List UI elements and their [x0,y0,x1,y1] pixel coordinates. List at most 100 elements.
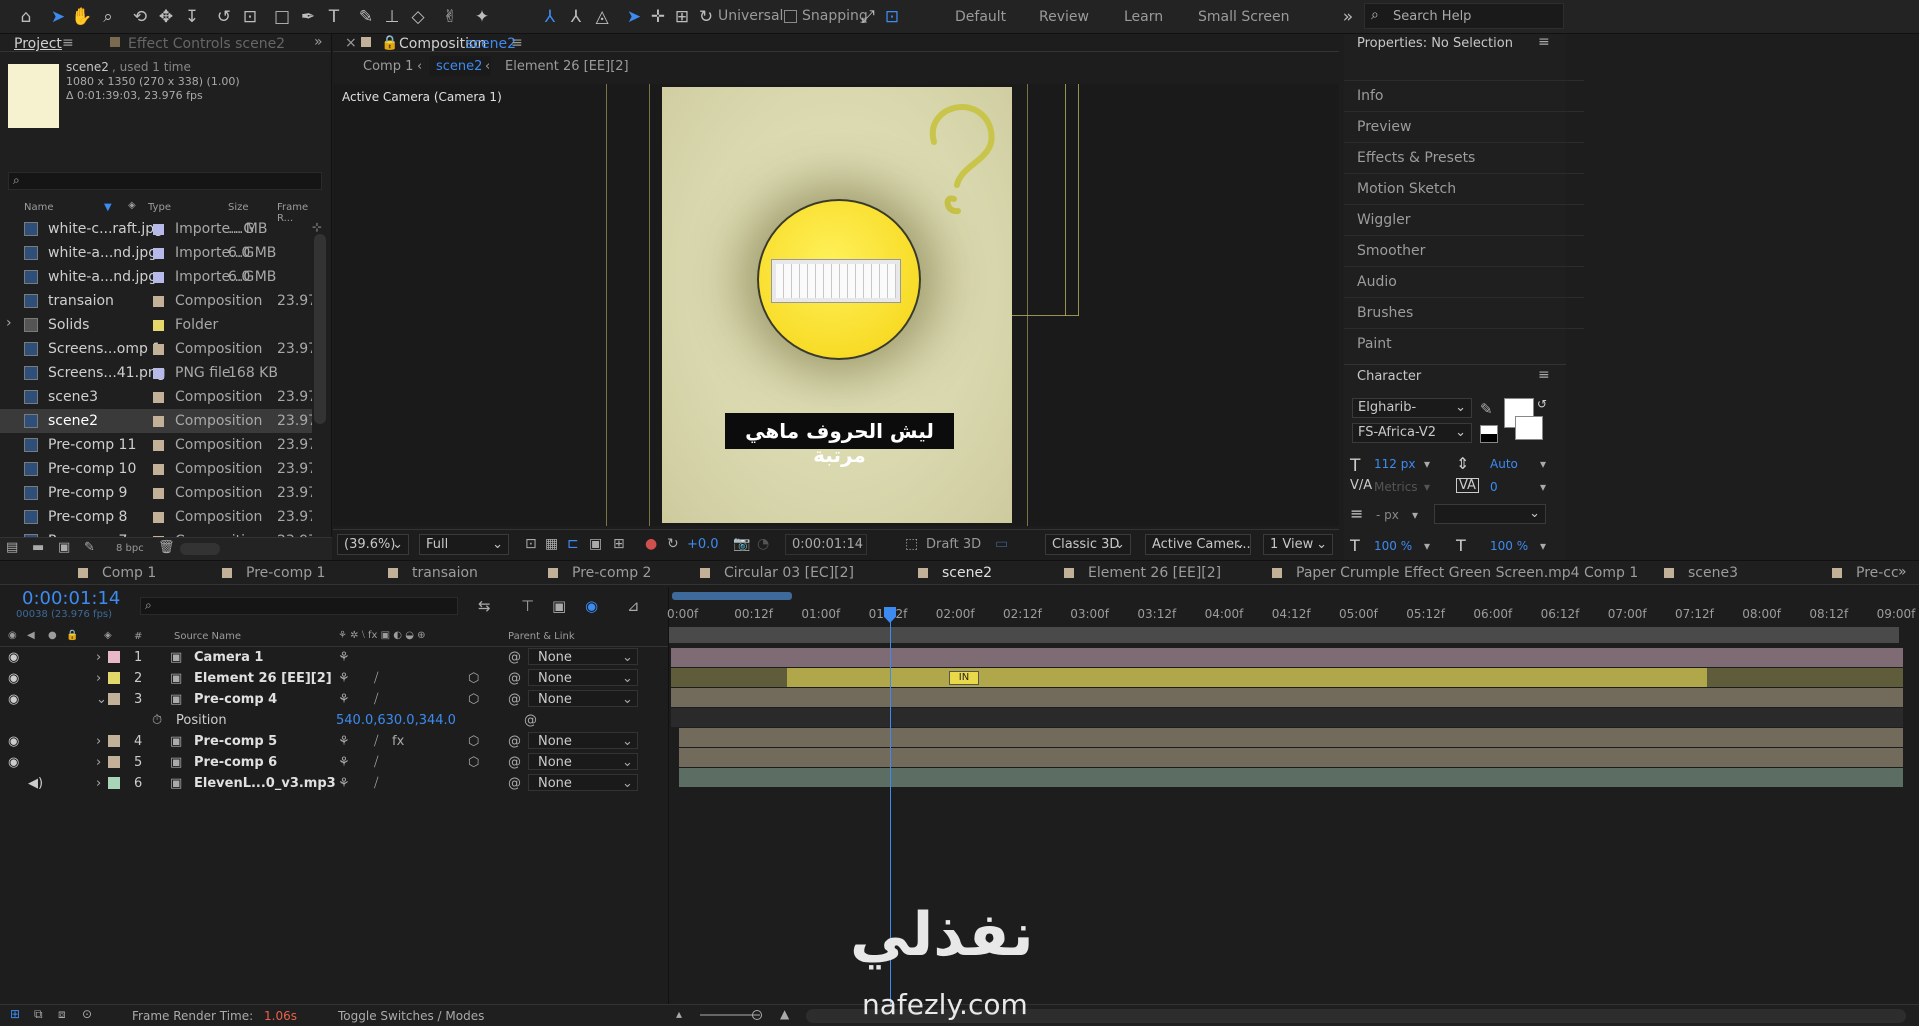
local-axis-icon[interactable]: ⅄ [538,5,562,29]
column-parent[interactable]: Parent & Link [508,631,575,642]
expand-arrow-icon[interactable]: › [96,650,101,665]
visibility-icon[interactable]: ◉ [8,630,17,641]
layer-label-color[interactable] [108,756,120,768]
quality-switch-icon[interactable]: ⧸ [374,755,378,770]
anchor-tool-icon[interactable]: ⊡ [238,5,262,29]
project-item[interactable]: Pre-comp 9 Composition 23.976 [0,481,312,505]
swap-colors-icon[interactable]: ↺ [1537,397,1547,411]
pan-camera-icon[interactable]: ✥ [154,5,178,29]
channel-rgb-icon[interactable]: ● [645,536,657,552]
frame-blending-icon[interactable]: ▣ [552,597,566,615]
layer-name[interactable]: Pre-comp 4 [194,692,277,707]
view-axis-icon[interactable]: ◬ [590,5,614,29]
layer-label-color[interactable] [108,777,120,789]
draft-3d-label[interactable]: Draft 3D [926,537,981,552]
layer-row[interactable]: ◉ › 2 ▣ Element 26 [EE][2] ⚘ ⧸ ⬡ @ None ⌄ [0,668,668,689]
chevron-down-icon[interactable]: ▾ [1424,480,1430,494]
panel-item[interactable]: Wiggler [1344,204,1584,234]
project-item[interactable]: white-c...raft.jpg Importe...G... MB [0,217,312,241]
graph-editor-icon[interactable]: ⊿ [627,597,640,615]
quality-switch-icon[interactable]: ⧸ [374,692,378,707]
draft-3d-icon[interactable]: ⬚ [905,536,918,552]
layer-name[interactable]: Pre-comp 6 [194,755,277,770]
audio-icon[interactable]: ◀ [27,630,35,641]
eraser-tool-icon[interactable]: ◇ [406,5,430,29]
camera-view-dropdown[interactable]: Active Camer... ⌄ [1145,534,1251,555]
panel-expand-icon[interactable]: » [314,34,323,50]
project-item[interactable]: scene2 Composition 23.976 [0,409,312,433]
grid-guides-icon[interactable]: ⊞ [613,536,625,552]
layer-row[interactable]: ◉ › 4 ▣ Pre-comp 5 ⚘ ⧸ fx ⬡ @ None ⌄ [0,731,668,752]
pick-whip-icon[interactable]: @ [508,692,521,707]
timeline-tab[interactable]: transaion [412,565,478,581]
timeline-tab[interactable]: Pre-comp 2 [572,565,651,581]
chevron-down-icon[interactable]: ▾ [1424,539,1430,553]
label-color[interactable] [153,392,164,403]
panel-menu-icon[interactable]: ≡ [62,35,74,51]
vertical-scale-value[interactable]: 100 % [1374,539,1412,553]
in-out-icon[interactable]: ⧈ [58,1007,66,1022]
workspace-default[interactable]: Default [955,9,1006,25]
quality-switch-icon[interactable]: ⧸ [374,776,378,791]
layer-bar-precomp4[interactable] [671,688,1903,707]
brush-tool-icon[interactable]: ✎ [354,5,378,29]
shy-switch-icon[interactable]: ⚘ [338,755,350,770]
in-marker[interactable]: IN [949,671,979,685]
label-color[interactable] [153,320,164,331]
timeline-tab[interactable]: Pre-cc [1856,565,1899,581]
column-name[interactable]: Name [24,202,54,213]
timecode-display[interactable]: 0:00:01:14 [785,534,867,555]
bit-depth[interactable]: 8 bpc [116,543,144,554]
rotate-3d-icon[interactable]: ↻ [694,5,718,29]
font-family-dropdown[interactable]: Elgharib- ⌄ [1352,398,1472,418]
new-comp-icon[interactable]: ▣ [58,540,70,555]
expand-arrow-icon[interactable]: › [96,671,101,686]
timeline-tab[interactable]: Circular 03 [EC][2] [724,565,854,581]
project-item[interactable]: Pre-comp 10 Composition 23.976 [0,457,312,481]
3d-layer-icon[interactable]: ⬡ [468,734,479,749]
eye-icon[interactable]: ◉ [8,671,19,686]
horizontal-scale-value[interactable]: 100 % [1490,539,1528,553]
timeline-tab[interactable]: Element 26 [EE][2] [1088,565,1221,581]
pick-whip-icon[interactable]: @ [508,734,521,749]
label-color[interactable] [153,224,164,235]
adjust-project-icon[interactable]: ✎ [84,540,95,555]
chevron-right-icon[interactable]: » [1336,5,1360,29]
position-property-row[interactable]: ⏱ Position 540.0,630.0,344.0 @ [0,710,668,731]
default-colors-icon[interactable] [1480,425,1498,443]
project-item[interactable]: scene3 Composition 23.976 [0,385,312,409]
stroke-style-dropdown[interactable]: ⌄ [1434,504,1546,524]
layer-switches-icon[interactable]: ⊞ [10,1007,20,1021]
layer-bar-precomp6[interactable] [679,748,1903,767]
work-area-bar[interactable] [672,592,792,600]
magnification-dropdown[interactable]: (39.6%) ⌄ [337,534,409,555]
project-search-input[interactable]: ⌕ [8,172,322,190]
layer-search-input[interactable]: ⌕ [140,597,458,615]
snapshot-icon[interactable]: 📷 [733,536,750,552]
pick-whip-icon[interactable]: @ [524,713,537,728]
timeline-tab[interactable]: Paper Crumple Effect Green Screen.mp4 Co… [1296,565,1638,581]
leading-value[interactable]: Auto [1490,457,1518,471]
panel-menu-icon[interactable]: ≡ [1538,34,1550,50]
chevron-right-icon[interactable]: » [1898,564,1907,580]
search-help-input[interactable]: ⌕ Search Help [1364,3,1564,29]
panel-item[interactable]: Effects & Presets [1344,142,1584,172]
motion-blur-icon[interactable]: ◉ [585,597,598,615]
label-color[interactable] [153,416,164,427]
region-of-interest-icon[interactable]: ⊏ [567,536,579,552]
panel-item[interactable]: Preview [1344,111,1584,141]
position-value[interactable]: 540.0,630.0,344.0 [336,713,456,728]
dolly-camera-icon[interactable]: ↧ [180,5,204,29]
project-item[interactable]: Screens...41.png PNG file 168 KB [0,361,312,385]
view-layout-dropdown[interactable]: 1 View ⌄ [1263,534,1333,555]
column-size[interactable]: Size [228,202,249,213]
chevron-down-icon[interactable]: ▾ [1540,480,1546,494]
new-folder-icon[interactable]: ▬ [32,540,44,555]
chevron-down-icon[interactable]: ▾ [1412,508,1418,522]
pick-whip-icon[interactable]: @ [508,650,521,665]
render-time-icon[interactable]: ⊙ [82,1007,92,1021]
label-color[interactable] [153,272,164,283]
layer-bar-audio[interactable] [679,768,1903,787]
exposure-value[interactable]: +0.0 [687,537,719,552]
timeline-tab[interactable]: Comp 1 [102,565,156,581]
